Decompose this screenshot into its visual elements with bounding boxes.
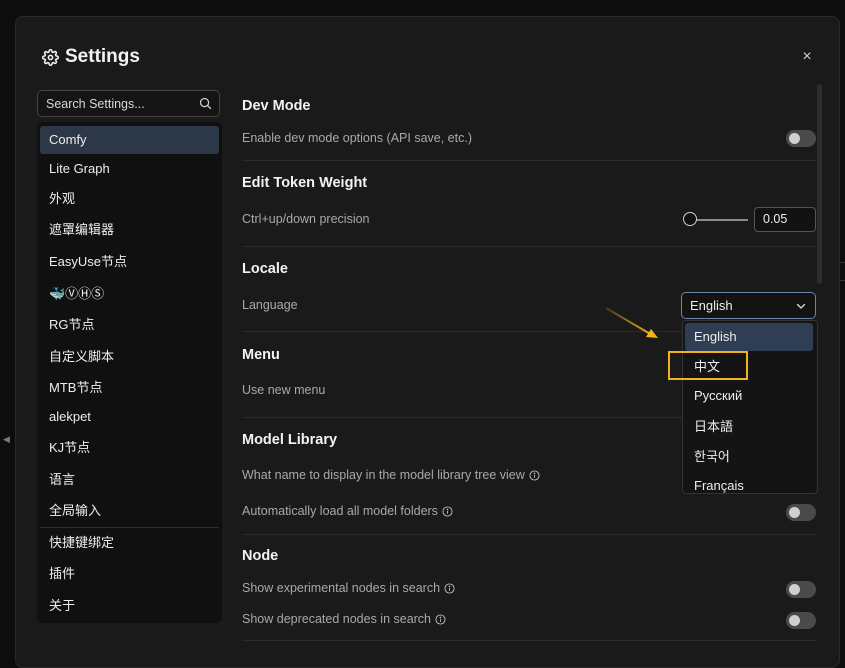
sidebar-item-label: 🐳ⓋⒽⓈ xyxy=(49,286,105,301)
language-option-japanese[interactable]: 日本語 xyxy=(685,413,813,441)
sidebar-item-label: 快捷键绑定 xyxy=(49,535,115,550)
sidebar-item-plugins[interactable]: 插件 xyxy=(40,560,219,588)
sidebar-item-label: alekpet xyxy=(49,409,91,424)
dialog-title-text: Settings xyxy=(65,46,140,67)
info-icon[interactable] xyxy=(442,505,453,517)
sidebar-item-label: RG节点 xyxy=(49,317,95,332)
setting-label-text: What name to display in the model librar… xyxy=(242,468,525,482)
sidebar-item-label: 关于 xyxy=(49,598,76,613)
section-divider xyxy=(242,534,816,535)
sidebar-item-kj-nodes[interactable]: KJ节点 xyxy=(40,434,219,462)
sidebar-item-label: KJ节点 xyxy=(49,440,91,455)
precision-number-input[interactable]: 0.05 xyxy=(754,207,816,232)
sidebar-item-label: 遮罩编辑器 xyxy=(49,222,115,237)
setting-label-language: Language xyxy=(242,298,298,312)
setting-label-text: Automatically load all model folders xyxy=(242,504,438,518)
settings-scrollbar[interactable] xyxy=(817,84,822,284)
experimental-nodes-toggle[interactable] xyxy=(786,581,816,598)
sidebar-item-label: EasyUse节点 xyxy=(49,254,128,269)
option-label: English xyxy=(694,329,737,344)
sidebar-divider xyxy=(40,527,219,528)
collapse-handle-icon[interactable]: ◀ xyxy=(3,434,12,448)
setting-label-name-display: What name to display in the model librar… xyxy=(242,468,540,482)
setting-label-new-menu: Use new menu xyxy=(242,383,326,397)
sidebar-item-label: Comfy xyxy=(49,132,87,147)
section-divider xyxy=(242,246,816,247)
option-label: Русский xyxy=(694,388,743,403)
sidebar-item-label: 插件 xyxy=(49,566,76,581)
sidebar-item-label: 自定义脚本 xyxy=(49,349,115,364)
language-dropdown: English 中文 Русский 日本語 한국어 Français xyxy=(682,320,818,494)
close-button[interactable]: × xyxy=(797,47,817,67)
info-icon[interactable] xyxy=(444,582,455,594)
sidebar-item-rg-nodes[interactable]: RG节点 xyxy=(40,311,219,339)
dialog-title: Settings xyxy=(42,46,140,68)
language-option-russian[interactable]: Русский xyxy=(685,382,813,410)
sidebar-item-keybindings[interactable]: 快捷键绑定 xyxy=(40,529,219,557)
chevron-down-icon xyxy=(796,303,806,309)
gear-icon xyxy=(42,48,59,66)
section-title-node: Node xyxy=(242,548,279,564)
annotation-highlight-box xyxy=(668,351,748,380)
info-icon[interactable] xyxy=(435,613,446,625)
language-select-value: English xyxy=(690,298,733,313)
precision-slider-handle[interactable] xyxy=(683,212,697,226)
sidebar-item-label: 语言 xyxy=(49,472,76,487)
close-icon[interactable]: × xyxy=(802,48,811,65)
deprecated-nodes-toggle[interactable] xyxy=(786,612,816,629)
sidebar-item-language[interactable]: 语言 xyxy=(40,466,219,494)
section-title-locale: Locale xyxy=(242,261,288,277)
auto-load-models-toggle[interactable] xyxy=(786,504,816,521)
sidebar-item-label: 外观 xyxy=(49,191,76,206)
info-icon[interactable] xyxy=(529,469,540,481)
precision-slider-track[interactable] xyxy=(690,219,748,221)
section-title-model-library: Model Library xyxy=(242,432,338,448)
search-input[interactable] xyxy=(46,95,191,113)
option-label: Français xyxy=(694,478,744,493)
sidebar-item-label: MTB节点 xyxy=(49,380,103,395)
setting-label-deprecated: Show deprecated nodes in search xyxy=(242,612,446,626)
sidebar-item-global-input[interactable]: 全局输入 xyxy=(40,497,219,525)
option-label: 한국어 xyxy=(694,449,730,464)
sidebar-item-appearance[interactable]: 外观 xyxy=(40,185,219,213)
setting-label-precision: Ctrl+up/down precision xyxy=(242,212,370,226)
setting-label-auto-load: Automatically load all model folders xyxy=(242,504,453,518)
language-option-french[interactable]: Français xyxy=(685,472,813,493)
setting-label-dev-mode: Enable dev mode options (API save, etc.) xyxy=(242,131,472,145)
sidebar-item-vhs[interactable]: 🐳ⓋⒽⓈ xyxy=(40,280,219,308)
annotation-arrow-icon xyxy=(605,307,658,338)
section-title-dev-mode: Dev Mode xyxy=(242,98,311,114)
sidebar-item-comfy[interactable]: Comfy xyxy=(40,126,219,154)
dev-mode-toggle[interactable] xyxy=(786,130,816,147)
section-divider xyxy=(242,160,816,161)
option-label: 日本語 xyxy=(694,419,734,434)
sidebar-item-label: Lite Graph xyxy=(49,161,110,176)
language-select[interactable]: English xyxy=(681,292,816,319)
language-option-korean[interactable]: 한국어 xyxy=(685,443,813,471)
sidebar-item-about[interactable]: 关于 xyxy=(40,592,219,620)
section-divider xyxy=(242,640,816,641)
sidebar-item-lite-graph[interactable]: Lite Graph xyxy=(40,155,219,183)
setting-label-text: Show deprecated nodes in search xyxy=(242,612,432,626)
sidebar-item-mtb-nodes[interactable]: MTB节点 xyxy=(40,374,219,402)
search-icon[interactable] xyxy=(198,96,213,111)
settings-search[interactable] xyxy=(37,90,220,117)
sidebar-item-mask-editor[interactable]: 遮罩编辑器 xyxy=(40,216,219,244)
settings-sidebar: Comfy Lite Graph 外观 遮罩编辑器 EasyUse节点 🐳ⓋⒽⓈ… xyxy=(37,122,222,623)
sidebar-item-easyuse[interactable]: EasyUse节点 xyxy=(40,248,219,276)
section-title-menu: Menu xyxy=(242,347,280,363)
sidebar-item-custom-scripts[interactable]: 自定义脚本 xyxy=(40,343,219,371)
language-option-english[interactable]: English xyxy=(685,323,813,351)
setting-label-experimental: Show experimental nodes in search xyxy=(242,581,455,595)
sidebar-item-alekpet[interactable]: alekpet xyxy=(40,403,219,431)
sidebar-item-label: 全局输入 xyxy=(49,503,102,518)
section-title-edit-token-weight: Edit Token Weight xyxy=(242,175,368,191)
setting-label-text: Show experimental nodes in search xyxy=(242,581,441,595)
